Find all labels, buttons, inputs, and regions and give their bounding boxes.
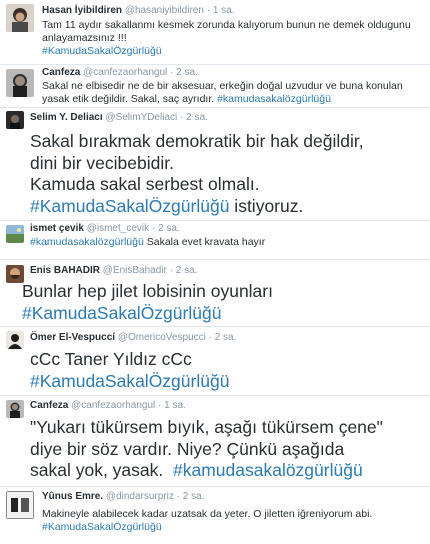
profile-photo-icon xyxy=(6,331,24,349)
profile-photo-icon xyxy=(6,111,24,129)
hashtag-link[interactable]: #KamudaSakalÖzgürlüğü xyxy=(30,371,426,393)
avatar[interactable] xyxy=(6,111,24,129)
tweet-5: Enis BAHADIR @EnisBahadir · 2 sa. Bunlar… xyxy=(0,260,430,326)
avatar[interactable] xyxy=(6,225,24,243)
timestamp[interactable]: 2 sa. xyxy=(176,67,198,78)
text-segment: sakal yok, yasak. xyxy=(30,460,173,480)
text-line: cCc Taner Yıldız cCc xyxy=(30,349,192,369)
user-handle[interactable]: @EnisBahadir xyxy=(103,265,167,276)
tweet-3: Selim Y. Deliacı @SelimYDeliaci · 2 sa. … xyxy=(0,108,430,220)
user-name[interactable]: ismet çevik xyxy=(30,223,84,234)
user-handle[interactable]: @canfezaorhangul xyxy=(71,400,155,411)
text-line: Kamuda sakal serbest olmalı. xyxy=(30,174,260,194)
user-handle[interactable]: @SelimYDeliaci xyxy=(105,112,177,123)
profile-photo-icon xyxy=(6,225,24,243)
text-line: sakal yok, yasak. #kamudasakalözgürlüğü xyxy=(30,460,426,482)
tweet-text: Makineyle alabilecek kadar uzatsak da ye… xyxy=(42,508,426,534)
avatar[interactable] xyxy=(6,69,34,97)
user-name[interactable]: Selim Y. Deliacı xyxy=(30,112,103,123)
text-line: Tam 11 aydır sakallanmı kesmek zorunda k… xyxy=(42,19,411,31)
profile-photo-icon xyxy=(6,69,34,97)
hashtag-link[interactable]: #KamudaSakalÖzgürlüğü xyxy=(42,521,426,534)
user-handle[interactable]: @OmericoVespucci xyxy=(118,332,206,343)
tweet-text: Sakal ne elbisedir ne de bir aksesuar, e… xyxy=(42,80,426,106)
tweet-text: Sakal bırakmak demokratik bir hak değild… xyxy=(30,131,426,217)
user-handle[interactable]: @ismet_cevik xyxy=(87,223,149,234)
hashtag-link[interactable]: #kamudasakalözgürlüğü xyxy=(217,93,331,105)
avatar[interactable] xyxy=(6,491,34,519)
user-handle[interactable]: @canfezaorhangul xyxy=(83,67,167,78)
timestamp[interactable]: 2 sa. xyxy=(186,112,208,123)
text-segment: Sakala evet kravata hayır xyxy=(143,236,266,248)
profile-photo-icon xyxy=(6,400,24,418)
text-line: Sakal bırakmak demokratik bir hak değild… xyxy=(30,131,364,151)
user-handle[interactable]: @hasaniyibildiren xyxy=(125,5,204,16)
tweet-text: #kamudasakalözgürlüğü Sakala evet kravat… xyxy=(30,236,426,249)
text-segment: istiyoruz. xyxy=(229,195,304,216)
tweet-2: Canfeza @canfezaorhangul · 2 sa. Sakal n… xyxy=(0,65,430,107)
avatar[interactable] xyxy=(6,4,34,32)
timestamp[interactable]: 2 sa. xyxy=(176,265,198,276)
text-line: Sakal ne elbisedir ne de bir aksesuar, e… xyxy=(42,80,403,92)
avatar[interactable] xyxy=(6,331,24,349)
timestamp[interactable]: 2 sa. xyxy=(215,332,237,343)
timestamp[interactable]: 1 sa. xyxy=(213,5,235,16)
timestamp[interactable]: 2 sa. xyxy=(158,223,180,234)
user-name[interactable]: Canfeza xyxy=(42,67,80,78)
timestamp[interactable]: 2 sa. xyxy=(183,491,205,502)
tweet-text: "Yukarı tükürsem bıyık, aşağı tükürsem ç… xyxy=(30,417,426,482)
user-name[interactable]: Yûnus Emre. xyxy=(42,491,103,502)
tweet-7: Canfeza @canfezaorhangul · 1 sa. "Yukarı… xyxy=(0,396,430,486)
tweet-1: Hasan İyibildiren @hasaniyibildiren · 1 … xyxy=(0,0,430,64)
hashtag-link[interactable]: #KamudaSakalÖzgürlüğü xyxy=(42,45,426,58)
text-segment: yasak etik değildir. Sakal, saç ayrıdır. xyxy=(42,93,215,105)
user-name[interactable]: Hasan İyibildiren xyxy=(42,5,122,16)
tweet-4: ismet çevik @ismet_cevik · 2 sa. #kamuda… xyxy=(0,221,430,259)
tweet-8: Yûnus Emre. @dindarsurpriz · 2 sa. Makin… xyxy=(0,487,430,544)
profile-photo-icon xyxy=(6,4,34,32)
text-line: yasak etik değildir. Sakal, saç ayrıdır.… xyxy=(42,93,426,106)
avatar[interactable] xyxy=(6,400,24,418)
text-line: Bunlar hep jilet lobisinin oyunları xyxy=(22,281,273,301)
hashtag-link[interactable]: #KamudaSakalÖzgürlüğü xyxy=(30,196,229,216)
text-line: diye bir söz vardır. Niye? Çünkü aşağıda xyxy=(30,438,345,459)
text-line: anlayamazsınız !!! xyxy=(42,32,127,44)
tweet-text: Bunlar hep jilet lobisinin oyunları #Kam… xyxy=(22,281,426,324)
hashtag-link[interactable]: #kamudasakalözgürlüğü xyxy=(30,236,144,248)
text-line: #KamudaSakalÖzgürlüğü istiyoruz. xyxy=(30,196,426,218)
tweet-text: Tam 11 aydır sakallanmı kesmek zorunda k… xyxy=(42,19,426,58)
user-handle[interactable]: @dindarsurpriz xyxy=(106,491,174,502)
profile-photo-icon xyxy=(6,491,34,519)
hashtag-link[interactable]: #KamudaSakalÖzgürlüğü xyxy=(22,303,426,325)
hashtag-link[interactable]: #kamudasakalözgürlüğü xyxy=(173,460,363,480)
timestamp[interactable]: 1 sa. xyxy=(164,400,186,411)
text-line: "Yukarı tükürsem bıyık, aşağı tükürsem ç… xyxy=(30,417,383,437)
user-name[interactable]: Enis BAHADIR xyxy=(30,265,100,276)
text-line: #kamudasakalözgürlüğü Sakala evet kravat… xyxy=(30,236,426,249)
text-line: Makineyle alabilecek kadar uzatsak da ye… xyxy=(42,508,373,520)
tweet-text: cCc Taner Yıldız cCc #KamudaSakalÖzgürlü… xyxy=(30,349,426,392)
user-name[interactable]: Ömer El-Vespuccí xyxy=(30,332,115,343)
text-line: dini bir vecibebidir. xyxy=(30,152,174,173)
tweet-6: Ömer El-Vespuccí @OmericoVespucci · 2 sa… xyxy=(0,327,430,395)
user-name[interactable]: Canfeza xyxy=(30,400,68,411)
